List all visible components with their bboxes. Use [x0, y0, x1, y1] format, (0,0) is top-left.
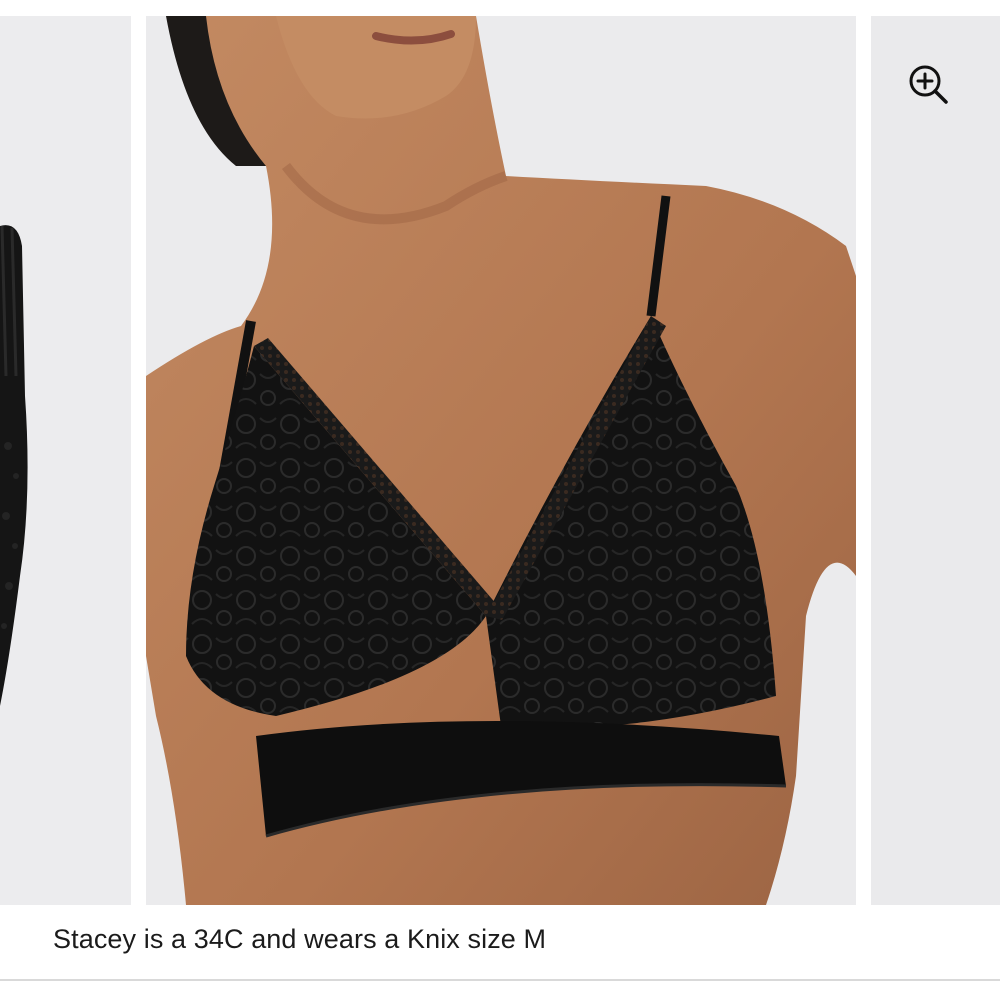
model-size-caption: Stacey is a 34C and wears a Knix size M	[53, 924, 547, 954]
next-image-background	[871, 16, 1000, 905]
zoom-button[interactable]	[904, 60, 952, 108]
main-product-image[interactable]	[146, 16, 856, 905]
next-product-image[interactable]	[871, 16, 1000, 905]
product-image-carousel[interactable]	[0, 0, 1000, 905]
previous-product-image[interactable]	[0, 16, 131, 905]
model-wearing-lace-bralette-image	[146, 16, 856, 905]
divider	[0, 979, 1000, 981]
flat-lay-bra-image	[0, 16, 131, 905]
zoom-in-icon	[909, 65, 948, 104]
